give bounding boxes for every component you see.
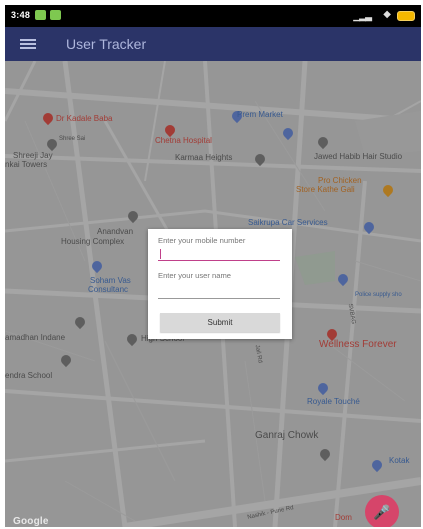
text-cursor <box>160 249 161 259</box>
battery-icon <box>397 11 415 21</box>
hamburger-menu-icon[interactable] <box>20 39 36 49</box>
status-bar: 3:48 ▁▂▃ ◆ <box>5 5 421 27</box>
login-dialog: Enter your mobile number Enter your user… <box>148 229 292 339</box>
mobile-number-input[interactable] <box>158 248 280 261</box>
app-bar: User Tracker <box>5 27 421 61</box>
notification-icon <box>50 10 61 20</box>
app-title: User Tracker <box>66 36 147 52</box>
status-time: 3:48 <box>11 10 31 20</box>
user-name-label: Enter your user name <box>158 271 232 280</box>
notification-icon <box>35 10 46 20</box>
phone-screen: 3:48 ▁▂▃ ◆ User Tracker Dr Kadale Baba P… <box>5 5 421 527</box>
mobile-number-label: Enter your mobile number <box>158 236 246 245</box>
mic-icon: 🎤 <box>373 504 391 520</box>
google-logo: Google <box>13 516 49 527</box>
wifi-icon: ◆ <box>383 9 391 20</box>
user-name-input[interactable] <box>158 286 280 299</box>
mobile-number-field-wrap <box>158 248 280 262</box>
signal-icon: ▁▂▃ <box>353 11 372 21</box>
submit-button[interactable]: Submit <box>160 313 280 332</box>
mic-button[interactable]: 🎤 <box>365 495 399 527</box>
